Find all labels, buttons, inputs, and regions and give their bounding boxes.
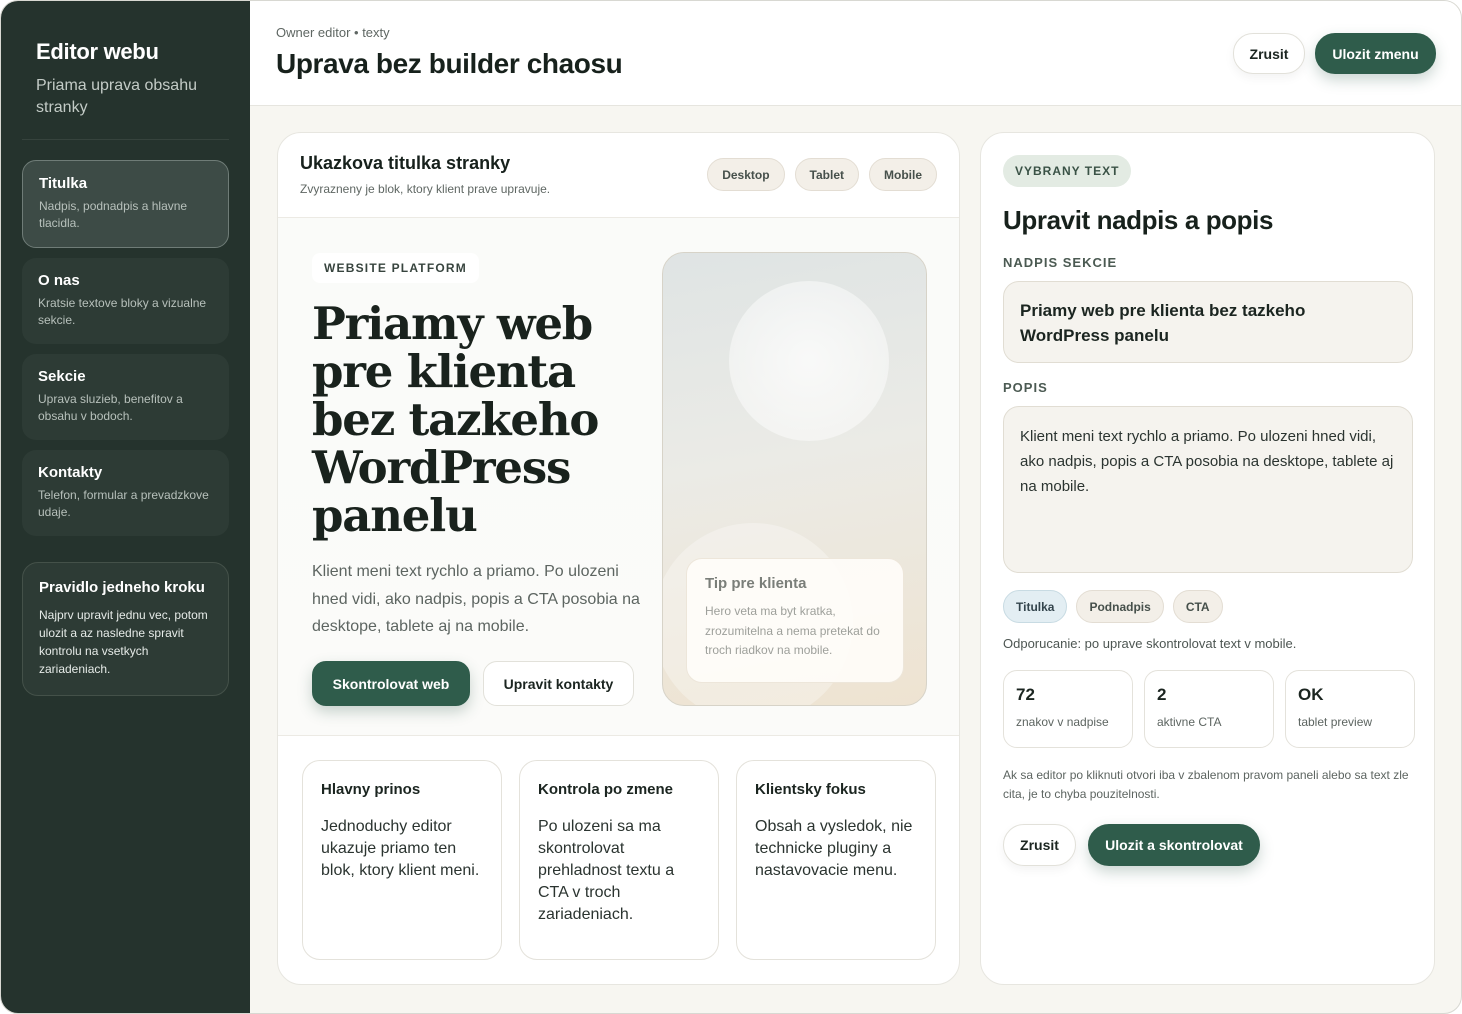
tip-text: Hero veta ma byt kratka, zrozumitelna a … [705,604,880,657]
preview-title: Ukazkova titulka stranky [300,153,511,173]
stat-value: OK [1298,685,1324,704]
decorative-orb [729,281,889,441]
edit-contacts-button[interactable]: Upravit kontakty [483,661,634,706]
hero-desc: Klient meni text rychlo a priamo. Po ulo… [312,563,640,635]
sidebar-subtitle: Priama uprava obsahu stranky [36,77,197,116]
chip-podnadpis[interactable]: Podnadpis [1076,590,1164,623]
phone-mockup: Tip pre klienta Hero veta ma byt kratka,… [662,252,927,706]
cancel-button[interactable]: Zrusit [1233,33,1305,74]
stat-card: 2 aktivne CTA [1144,670,1274,748]
sidebar-item-label: Titulka [39,175,88,192]
description-field[interactable]: Klient meni text rychlo a priamo. Po ulo… [1003,406,1413,573]
feature-list: Hlavny prinos Jednoduchy editor ukazuje … [302,760,936,960]
sidebar-item-sekcie[interactable]: Sekcie Uprava sluzieb, benefitov a obsah… [22,354,229,440]
tab-desktop[interactable]: Desktop [707,158,785,191]
stat-label: aktivne CTA [1157,715,1222,729]
feature-card: Kontrola po zmene Po ulozeni sa ma skont… [519,760,719,960]
tab-mobile[interactable]: Mobile [869,158,937,191]
tip-card: Tip pre klienta Hero veta ma byt kratka,… [686,558,904,683]
feature-text: Po ulozeni sa ma skontrolovat prehladnos… [538,818,675,923]
stats-row: 72 znakov v nadpise 2 aktivne CTA OK tab… [1003,670,1415,748]
preview-desc: Zvyrazneny je blok, ktory klient prave u… [300,182,551,196]
sidebar-item-desc: Kratsie textove bloky a vizualne sekcie. [38,296,207,327]
sidebar-item-titulka[interactable]: Titulka Nadpis, podnadpis a hlavne tlaci… [22,160,229,248]
sidebar-item-desc: Nadpis, podnadpis a hlavne tlacidla. [39,199,188,230]
sidebar-item-o-nas[interactable]: O nas Kratsie textove bloky a vizualne s… [22,258,229,344]
sidebar-item-label: O nas [38,272,80,289]
feature-title: Kontrola po zmene [538,781,674,798]
feature-title: Hlavny prinos [321,781,421,798]
sidebar-title: Editor webu [36,39,159,64]
heading-field-label: NADPIS SEKCIE [1003,255,1118,270]
stat-label: znakov v nadpise [1016,715,1109,729]
sidebar: Editor webu Priama uprava obsahu stranky… [1,1,250,1013]
hero-section[interactable]: WEBSITE PLATFORM Priamy web pre klienta … [278,218,959,736]
stat-card: 72 znakov v nadpise [1003,670,1133,748]
save-button[interactable]: Ulozit zmenu [1315,33,1436,74]
chip-titulka[interactable]: Titulka [1003,590,1068,623]
chip-cta[interactable]: CTA [1172,590,1223,623]
hero-title: Priamy web pre klienta bez tazkeho WordP… [312,297,599,542]
check-web-button[interactable]: Skontrolovat web [312,661,470,706]
usability-note: Ak sa editor po kliknuti otvori iba v zb… [1003,768,1409,801]
feature-card: Klientsky fokus Obsah a vysledok, nie te… [736,760,936,960]
feature-card: Hlavny prinos Jednoduchy editor ukazuje … [302,760,502,960]
sidebar-divider [22,139,229,140]
preview-panel: Ukazkova titulka stranky Zvyrazneny je b… [277,132,960,985]
recommendation-text: Odporucanie: po uprave skontrolovat text… [1003,636,1297,651]
sidebar-item-desc: Uprava sluzieb, benefitov a obsahu v bod… [38,392,183,423]
stat-card: OK tablet preview [1285,670,1415,748]
hero-eyebrow: WEBSITE PLATFORM [312,253,479,283]
tab-tablet[interactable]: Tablet [794,158,859,191]
top-header: Owner editor • texty Uprava bez builder … [250,1,1461,106]
description-field-label: POPIS [1003,380,1048,395]
app-window: Editor webu Priama uprava obsahu stranky… [0,0,1462,1014]
preview-header: Ukazkova titulka stranky Zvyrazneny je b… [278,133,959,218]
feature-text: Obsah a vysledok, nie technicke pluginy … [755,818,913,879]
sidebar-item-desc: Telefon, formular a prevadzkove udaje. [38,488,209,519]
feature-title: Klientsky fokus [755,781,866,798]
tip-title: Tip pre klienta [705,575,807,592]
save-and-check-button[interactable]: Ulozit a skontrolovat [1088,824,1260,866]
sidebar-item-label: Sekcie [38,368,86,385]
editor-panel: VYBRANY TEXT Upravit nadpis a popis NADP… [980,132,1435,985]
device-tabs: Desktop Tablet Mobile [707,158,937,191]
feature-text: Jednoduchy editor ukazuje priamo ten blo… [321,818,480,879]
target-chips: Titulka Podnadpis CTA [1003,590,1223,623]
sidebar-item-kontakty[interactable]: Kontakty Telefon, formular a prevadzkove… [22,450,229,536]
page-title: Uprava bez builder chaosu [276,48,623,79]
stat-value: 72 [1016,685,1035,704]
sidebar-item-label: Kontakty [38,464,103,481]
editor-cancel-button[interactable]: Zrusit [1003,824,1076,866]
rule-card: Pravidlo jedneho kroku Najprv upravit je… [22,562,229,696]
breadcrumb: Owner editor • texty [276,25,390,40]
editor-title: Upravit nadpis a popis [1003,205,1274,235]
heading-field[interactable]: Priamy web pre klienta bez tazkeho WordP… [1003,281,1413,363]
rule-text: Najprv upravit jednu vec, potom ulozit a… [39,608,208,676]
stat-value: 2 [1157,685,1167,704]
rule-title: Pravidlo jedneho kroku [39,579,205,596]
selected-text-badge: VYBRANY TEXT [1003,155,1132,187]
stat-label: tablet preview [1298,715,1373,729]
